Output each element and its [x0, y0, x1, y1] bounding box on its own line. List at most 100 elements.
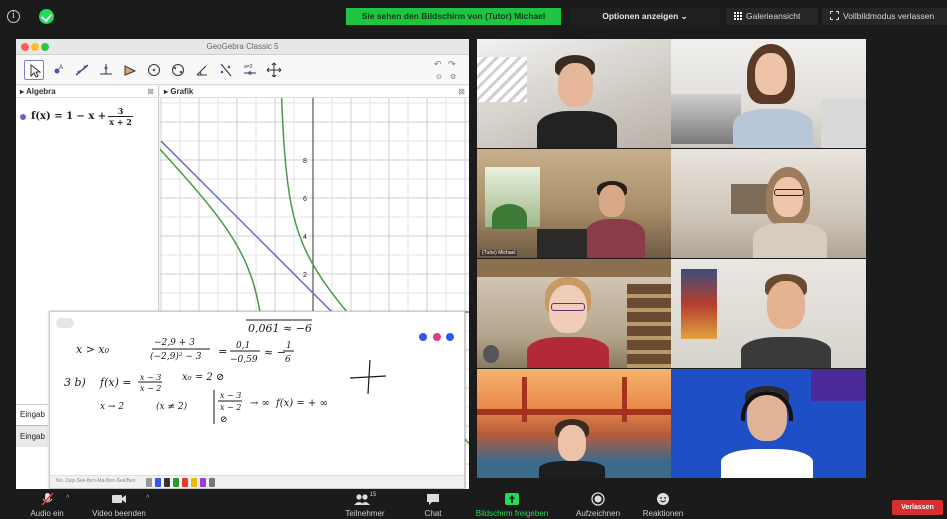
chat-button[interactable]: Chat [418, 492, 448, 518]
view-options-button[interactable]: Optionen anzeigen ⌄ [570, 8, 720, 25]
shirt-image [721, 449, 813, 478]
visibility-dot-icon[interactable] [20, 113, 26, 120]
ellipse-tool-icon[interactable] [168, 60, 188, 80]
pen-tool-icon[interactable] [173, 478, 179, 487]
audio-button[interactable]: Audio ein [24, 492, 70, 518]
close-algebra-icon[interactable]: ⊠ [147, 86, 154, 98]
svg-text:≈ −: ≈ − [264, 346, 286, 359]
input-bar-label[interactable]: Eingab [16, 404, 48, 424]
grid-icon [734, 12, 742, 20]
redo-icon[interactable]: ↷ [448, 59, 456, 70]
shirt-image [537, 111, 617, 148]
move-tool-icon[interactable] [24, 60, 44, 80]
perpendicular-tool-icon[interactable] [96, 60, 116, 80]
settings-icon[interactable]: ⚙ [450, 73, 456, 81]
maximize-dot-icon[interactable] [41, 43, 49, 51]
gallery-view-label: Galerieansicht [746, 11, 801, 21]
point-tool-icon[interactable]: A [48, 60, 68, 80]
audio-options-caret-icon[interactable]: ^ [66, 495, 69, 502]
angle-tool-icon[interactable] [192, 60, 212, 80]
participants-label: Teilnehmer [345, 509, 385, 518]
participants-button[interactable]: 15 Teilnehmer [340, 492, 390, 518]
svg-text:⊘: ⊘ [220, 415, 228, 425]
close-graphics-icon[interactable]: ⊠ [458, 86, 465, 98]
record-icon [591, 492, 605, 506]
participant-video-tile[interactable] [671, 39, 866, 148]
input-bar-label-2[interactable]: Eingab [16, 425, 48, 447]
handwriting-canvas[interactable]: 0,061 ≈ −6 x > x₀ −2,9 + 3 (−2,9)² − 3 =… [50, 312, 465, 477]
slider-tool-icon[interactable]: a=2 [240, 60, 260, 80]
owl-figure-image [483, 345, 499, 363]
participant-video-tile[interactable] [671, 149, 866, 258]
move-graphics-tool-icon[interactable] [264, 60, 284, 80]
shirt-image [733, 109, 813, 148]
close-dot-icon[interactable] [21, 43, 29, 51]
reactions-button[interactable]: Reaktionen [638, 492, 688, 518]
polygon-tool-icon[interactable] [120, 60, 140, 80]
face-image [767, 281, 805, 329]
video-options-caret-icon[interactable]: ^ [146, 495, 149, 502]
y-tick-label: 2 [303, 272, 307, 279]
video-button[interactable]: Video beenden [86, 492, 152, 518]
algebra-function-item[interactable]: f(x) = 1 − x + 3x + 2 [16, 106, 158, 127]
pen-tool-icon[interactable] [182, 478, 188, 487]
participant-video-tile[interactable] [477, 369, 672, 478]
undo-icon[interactable]: ↶ [434, 59, 442, 70]
security-shield-icon[interactable] [39, 9, 54, 24]
info-icon[interactable]: i [7, 10, 20, 23]
whiteboard-pen-tray [146, 478, 215, 487]
algebra-header: ▸ Algebra ⊠ [16, 86, 158, 98]
fraction-denominator: x + 2 [109, 117, 132, 127]
svg-text:x₀ = 2 ⊘: x₀ = 2 ⊘ [182, 372, 224, 383]
svg-text:3 b): 3 b) [64, 376, 86, 389]
svg-text:x − 3: x − 3 [220, 391, 241, 400]
help-icon[interactable]: ⊙ [436, 73, 442, 81]
reflect-tool-icon[interactable] [216, 60, 236, 80]
whiteboard-footer-text: No. 2a/p-Sek-Ben-Ma-Ben-Sek/Ben [56, 478, 136, 484]
record-button[interactable]: Aufzeichnen [572, 492, 624, 518]
y-tick-label: 8 [303, 158, 307, 165]
video-camera-icon [112, 495, 126, 503]
eraser-tool-icon[interactable] [209, 478, 215, 487]
participant-video-tile[interactable] [477, 39, 672, 148]
participant-video-grid: (Tutor) Michael [473, 39, 866, 479]
pen-tool-icon[interactable] [200, 478, 206, 487]
bookshelf-image [627, 284, 672, 368]
purple-block-image [811, 369, 866, 401]
face-image [558, 63, 593, 107]
minimize-dot-icon[interactable] [31, 43, 39, 51]
algebra-title: Algebra [25, 87, 56, 96]
pen-tool-icon[interactable] [146, 478, 152, 487]
leave-meeting-button[interactable]: Verlassen [892, 500, 943, 515]
chat-label: Chat [424, 509, 442, 518]
gallery-view-button[interactable]: Galerieansicht [726, 8, 818, 25]
participant-video-tile[interactable]: (Tutor) Michael [477, 149, 672, 258]
participant-video-tile[interactable] [671, 259, 866, 368]
pen-tool-icon[interactable] [155, 478, 161, 487]
line-tool-icon[interactable] [72, 60, 92, 80]
pen-tool-icon[interactable] [191, 478, 197, 487]
svg-text:x − 2: x − 2 [140, 384, 161, 393]
svg-text:f(x) = + ∞: f(x) = + ∞ [275, 398, 328, 409]
y-tick-label: 6 [303, 196, 307, 203]
glasses-image [551, 303, 585, 311]
geogebra-title-bar: GeoGebra Classic 5 [16, 39, 469, 55]
pen-tool-icon[interactable] [164, 478, 170, 487]
participant-name: (Tutor) Michael [480, 250, 518, 256]
participant-video-tile[interactable] [477, 259, 672, 368]
microphone-muted-icon [41, 492, 54, 506]
glasses-image [774, 189, 804, 196]
svg-text:6: 6 [285, 355, 291, 365]
circle-tool-icon[interactable] [144, 60, 164, 80]
screen-share-banner: Sie sehen den Bildschirm von (Tutor) Mic… [346, 8, 561, 25]
exit-fullscreen-button[interactable]: Vollbildmodus verlassen [822, 8, 947, 25]
video-label: Video beenden [92, 509, 146, 518]
participant-video-tile[interactable] [671, 369, 866, 478]
face-image [558, 425, 586, 461]
whiteboard-window[interactable]: 0,061 ≈ −6 x > x₀ −2,9 + 3 (−2,9)² − 3 =… [49, 311, 465, 489]
share-banner-text: Sie sehen den Bildschirm von (Tutor) Mic… [361, 11, 546, 21]
ceiling-beam-image [477, 259, 672, 277]
share-screen-button[interactable]: Bildschirm freigeben [468, 492, 556, 518]
shirt-image [741, 337, 831, 368]
zoom-window: i Sie sehen den Bildschirm von (Tutor) M… [0, 0, 947, 519]
